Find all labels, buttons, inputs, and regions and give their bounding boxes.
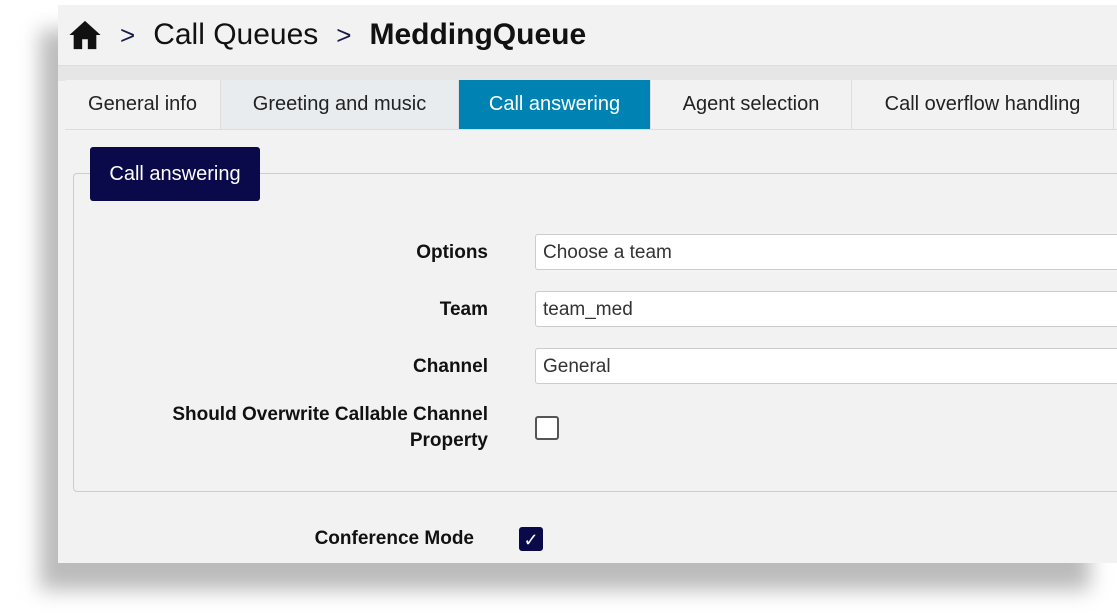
panel: > Call Queues > MeddingQueue General inf… [58, 5, 1117, 563]
divider [58, 65, 1117, 81]
conference-mode-checkbox[interactable]: ✓ [519, 527, 543, 551]
overwrite-checkbox[interactable] [535, 416, 559, 440]
breadcrumb-current: MeddingQueue [369, 18, 587, 51]
overwrite-label: Should Overwrite Callable Channel Proper… [172, 404, 488, 451]
team-select[interactable]: team_med [535, 291, 1117, 327]
options-label: Options [416, 242, 488, 263]
channel-label: Channel [413, 356, 488, 377]
tab-agent-selection[interactable]: Agent selection [651, 80, 852, 129]
chevron-right-icon: > [120, 19, 136, 50]
tab-bar: General info Greeting and music Call ans… [65, 80, 1117, 130]
section-title: Call answering [90, 147, 260, 201]
breadcrumb: > Call Queues > MeddingQueue [58, 5, 1117, 65]
tab-call-answering[interactable]: Call answering [459, 80, 651, 129]
check-icon: ✓ [523, 530, 539, 550]
home-icon[interactable] [68, 18, 102, 52]
options-select[interactable]: Choose a team [535, 234, 1117, 270]
conference-mode-label: Conference Mode [314, 528, 474, 549]
team-label: Team [439, 299, 488, 320]
chevron-right-icon: > [336, 19, 352, 50]
tab-greeting-music[interactable]: Greeting and music [221, 80, 459, 129]
tab-general-info[interactable]: General info [65, 80, 221, 129]
breadcrumb-call-queues[interactable]: Call Queues [153, 18, 318, 52]
channel-select[interactable]: General [535, 348, 1117, 384]
tab-call-overflow[interactable]: Call overflow handling [852, 80, 1114, 129]
